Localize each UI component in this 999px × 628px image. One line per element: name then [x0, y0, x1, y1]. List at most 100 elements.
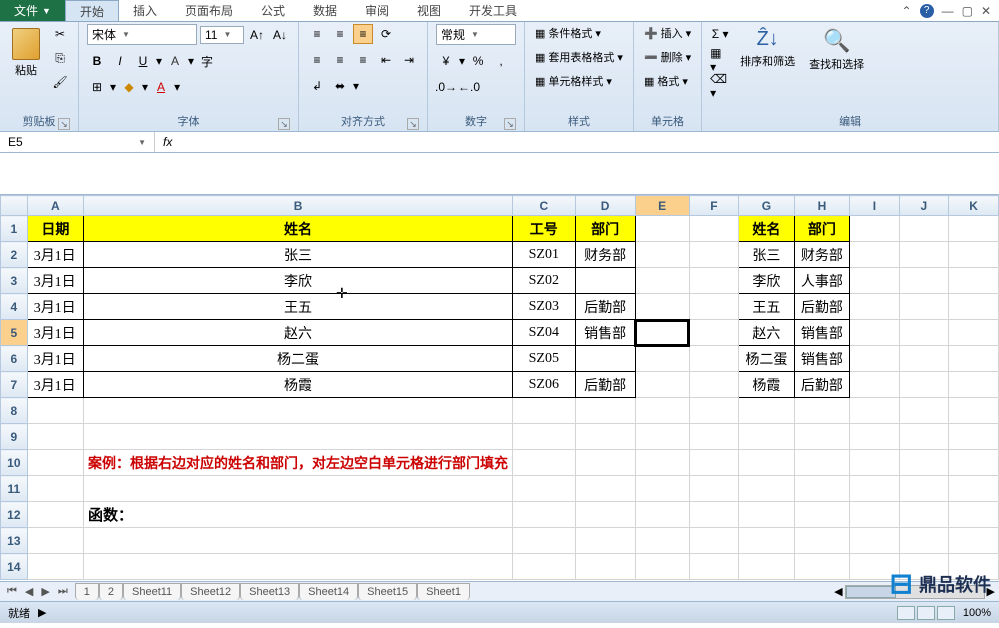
cell-I9[interactable]: [850, 424, 899, 450]
orientation-icon[interactable]: ⟳: [376, 24, 396, 44]
cell-J3[interactable]: [899, 268, 948, 294]
col-header[interactable]: J: [899, 196, 948, 216]
row-header[interactable]: 5: [1, 320, 28, 346]
cell-E9[interactable]: [635, 424, 689, 450]
cell-B8[interactable]: [84, 398, 513, 424]
cell-C3[interactable]: SZ02: [513, 268, 576, 294]
scroll-left-icon[interactable]: ◀: [834, 585, 842, 598]
cell-B14[interactable]: [84, 554, 513, 580]
cell-A2[interactable]: 3月1日: [27, 242, 83, 268]
cell-I2[interactable]: [850, 242, 899, 268]
cell-I3[interactable]: [850, 268, 899, 294]
cell-C13[interactable]: [513, 528, 576, 554]
cell-D14[interactable]: [575, 554, 635, 580]
cell-J11[interactable]: [899, 476, 948, 502]
sheet-last-icon[interactable]: ⏭: [55, 585, 71, 598]
cell-K13[interactable]: [949, 528, 999, 554]
cell-D12[interactable]: [575, 502, 635, 528]
clear-icon[interactable]: ⌫ ▾: [710, 76, 730, 96]
minimize-ribbon-icon[interactable]: ⌃: [902, 4, 912, 18]
tab-dev[interactable]: 开发工具: [455, 0, 531, 21]
cell-F1[interactable]: [689, 216, 738, 242]
cell-J12[interactable]: [899, 502, 948, 528]
cell-G9[interactable]: [739, 424, 795, 450]
align-top-icon[interactable]: ≡: [307, 24, 327, 44]
cell-I13[interactable]: [850, 528, 899, 554]
cell-B2[interactable]: 张三: [84, 242, 513, 268]
launcher-icon[interactable]: ↘: [58, 118, 70, 130]
cell-A6[interactable]: 3月1日: [27, 346, 83, 372]
sheet-tab[interactable]: Sheet1: [417, 583, 470, 600]
sheet-prev-icon[interactable]: ◀: [22, 585, 36, 598]
cell-B3[interactable]: 李欣: [84, 268, 513, 294]
row-header[interactable]: 7: [1, 372, 28, 398]
align-left-icon[interactable]: ≡: [307, 50, 327, 70]
dec-decimal-icon[interactable]: ←.0: [459, 77, 479, 97]
row-header[interactable]: 2: [1, 242, 28, 268]
cell-G5[interactable]: 赵六: [739, 320, 795, 346]
cell-H14[interactable]: [794, 554, 850, 580]
zoom-level[interactable]: 100%: [963, 607, 991, 619]
cell-B5[interactable]: 赵六: [84, 320, 513, 346]
row-header[interactable]: 12: [1, 502, 28, 528]
cell-H13[interactable]: [794, 528, 850, 554]
row-header[interactable]: 9: [1, 424, 28, 450]
cell-G11[interactable]: [739, 476, 795, 502]
formula-input[interactable]: [180, 132, 999, 152]
cell-B13[interactable]: [84, 528, 513, 554]
cell-G12[interactable]: [739, 502, 795, 528]
cut-icon[interactable]: ✂: [50, 24, 70, 44]
cell-G14[interactable]: [739, 554, 795, 580]
cell-F12[interactable]: [689, 502, 738, 528]
cell-E11[interactable]: [635, 476, 689, 502]
row-header[interactable]: 4: [1, 294, 28, 320]
row-header[interactable]: 11: [1, 476, 28, 502]
font-color-icon[interactable]: A: [151, 77, 171, 97]
name-box[interactable]: E5▼: [0, 132, 155, 152]
sheet-tab[interactable]: Sheet14: [299, 583, 358, 600]
underline-button[interactable]: U: [133, 51, 153, 71]
sheet-tab[interactable]: 1: [75, 583, 99, 600]
indent-inc-icon[interactable]: ⇥: [399, 50, 419, 70]
cell-B7[interactable]: 杨霞: [84, 372, 513, 398]
cell-K4[interactable]: [949, 294, 999, 320]
grow-font-icon[interactable]: A↑: [247, 25, 267, 45]
cell-F14[interactable]: [689, 554, 738, 580]
row-header[interactable]: 8: [1, 398, 28, 424]
cell-F4[interactable]: [689, 294, 738, 320]
cell-J1[interactable]: [899, 216, 948, 242]
cell-F3[interactable]: [689, 268, 738, 294]
cell-D1[interactable]: 部门: [575, 216, 635, 242]
cell-K12[interactable]: [949, 502, 999, 528]
cell-A7[interactable]: 3月1日: [27, 372, 83, 398]
tab-review[interactable]: 审阅: [351, 0, 403, 21]
cell-G6[interactable]: 杨二蛋: [739, 346, 795, 372]
cell-B10[interactable]: 案例：根据右边对应的姓名和部门，对左边空白单元格进行部门填充: [84, 450, 513, 476]
italic-button[interactable]: I: [110, 51, 130, 71]
col-header[interactable]: E: [635, 196, 689, 216]
cell-I12[interactable]: [850, 502, 899, 528]
tab-formula[interactable]: 公式: [247, 0, 299, 21]
cell-H11[interactable]: [794, 476, 850, 502]
sheet-tab[interactable]: Sheet12: [181, 583, 240, 600]
file-tab[interactable]: 文件▼: [0, 0, 65, 21]
copy-icon[interactable]: ⎘: [50, 48, 70, 68]
sheet-next-icon[interactable]: ▶: [38, 585, 52, 598]
select-all-corner[interactable]: [1, 196, 28, 216]
fill-color-icon[interactable]: ◆: [119, 77, 139, 97]
sheet-tab[interactable]: Sheet13: [240, 583, 299, 600]
cell-C1[interactable]: 工号: [513, 216, 576, 242]
bold-button[interactable]: B: [87, 51, 107, 71]
cell-J5[interactable]: [899, 320, 948, 346]
cell-A5[interactable]: 3月1日: [27, 320, 83, 346]
cell-K9[interactable]: [949, 424, 999, 450]
cell-B12[interactable]: 函数：: [84, 502, 513, 528]
cell-I7[interactable]: [850, 372, 899, 398]
cell-C14[interactable]: [513, 554, 576, 580]
align-center-icon[interactable]: ≡: [330, 50, 350, 70]
cell-I6[interactable]: [850, 346, 899, 372]
cell-A8[interactable]: [27, 398, 83, 424]
help-icon[interactable]: ?: [920, 4, 934, 18]
col-header[interactable]: H: [794, 196, 850, 216]
cell-J6[interactable]: [899, 346, 948, 372]
